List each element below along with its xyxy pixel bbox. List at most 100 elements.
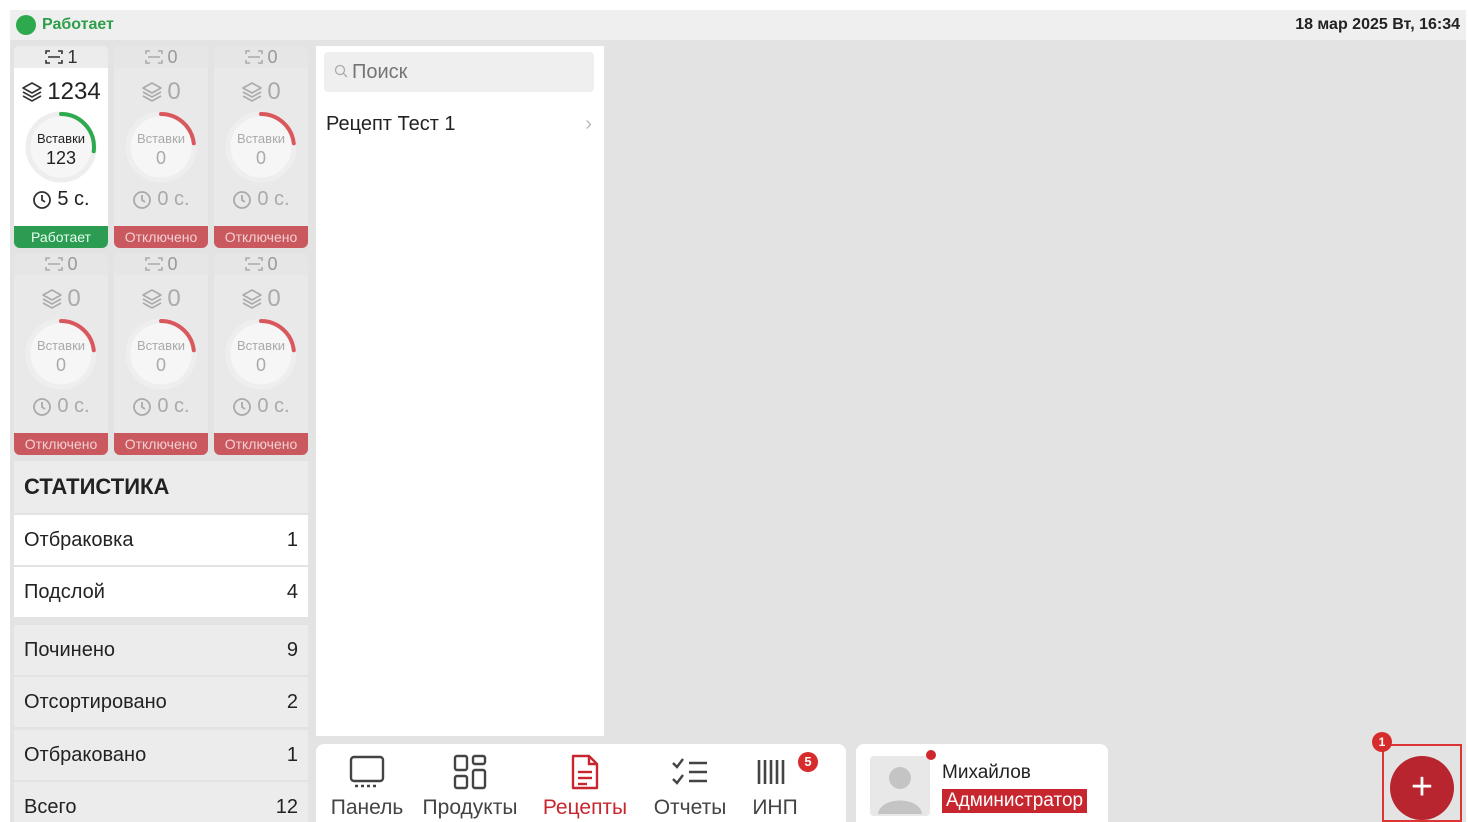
station-card[interactable]: 0 0 Вставки 0 0 с. Отключено <box>14 253 108 455</box>
layers-icon <box>42 289 63 309</box>
gauge-ring <box>225 318 297 390</box>
scan-icon <box>45 50 64 64</box>
scan-icon <box>145 257 164 271</box>
station-status: Отключено <box>114 226 208 248</box>
tab-products-label: Продукты <box>422 796 518 819</box>
stat-row: Отбраковано 1 <box>14 730 308 780</box>
tab-recipes[interactable]: Рецепты <box>530 744 640 822</box>
stat-label: Отбраковано <box>24 743 147 766</box>
station-count-value: 0 <box>267 285 281 312</box>
add-button-badge: 1 <box>1372 732 1392 752</box>
gauge-ring <box>25 111 97 183</box>
station-time: 0 с. <box>114 188 208 211</box>
person-icon <box>878 767 922 814</box>
tab-reports[interactable]: Отчеты <box>640 744 740 822</box>
scan-icon <box>245 50 264 64</box>
inserts-gauge: Вставки 0 <box>124 110 198 184</box>
gauge-value: 123 <box>45 148 77 168</box>
layers-icon <box>242 289 263 309</box>
monitor-icon <box>349 752 385 792</box>
recipe-item[interactable]: Рецепт Тест 1 › <box>316 102 604 146</box>
gauge-value: 0 <box>155 148 166 168</box>
station-time-value: 5 с. <box>57 188 90 210</box>
gauge-label: Вставки <box>136 338 186 353</box>
station-top-count: 0 <box>267 253 278 274</box>
layers-icon <box>242 82 263 102</box>
online-indicator-icon <box>926 750 936 760</box>
station-scan-count: 0 <box>114 46 208 68</box>
station-status: Отключено <box>214 433 308 455</box>
inserts-gauge: Вставки 0 <box>224 317 298 391</box>
tab-inp[interactable]: 5 ИНП <box>740 744 818 822</box>
gauge-ring <box>25 318 97 390</box>
station-scan-count: 0 <box>214 46 308 68</box>
statistics-title: СТАТИСТИКА <box>14 461 308 513</box>
barcode-icon <box>756 752 794 792</box>
user-card[interactable]: Михайлов Администратор <box>856 744 1108 822</box>
station-scan-count: 0 <box>14 253 108 275</box>
gauge-ring <box>225 111 297 183</box>
layers-icon <box>142 289 163 309</box>
station-scan-count: 0 <box>114 253 208 275</box>
recipe-item-label: Рецепт Тест 1 <box>326 112 456 135</box>
search-input[interactable] <box>352 60 572 84</box>
station-count: 0 <box>214 285 308 313</box>
gauge-value: 0 <box>255 355 266 375</box>
stat-row: Отсортировано 2 <box>14 677 308 727</box>
status-bar: Работает 18 мар 2025 Вт, 16:34 <box>10 10 1466 40</box>
inserts-gauge: Вставки 0 <box>124 317 198 391</box>
stat-row: Подслой 4 <box>14 567 308 617</box>
stat-value: 1 <box>286 743 298 766</box>
stat-label: Починено <box>24 638 115 661</box>
tab-panel[interactable]: Панель <box>324 744 410 822</box>
station-count: 0 <box>114 78 208 106</box>
scan-icon <box>145 50 164 64</box>
layers-icon <box>22 82 43 102</box>
gauge-label: Вставки <box>136 131 186 146</box>
search-icon <box>334 64 348 81</box>
inserts-gauge: Вставки 0 <box>24 317 98 391</box>
station-time: 5 с. <box>14 188 108 211</box>
station-top-count: 0 <box>267 46 278 67</box>
station-status: Отключено <box>214 226 308 248</box>
user-role-badge: Администратор <box>942 789 1088 813</box>
recipes-panel: Рецепт Тест 1 › <box>316 46 604 736</box>
layers-icon <box>142 82 163 102</box>
station-card[interactable]: 0 0 Вставки 0 0 с. Отключено <box>214 253 308 455</box>
notification-badge: 5 <box>798 752 818 772</box>
search-box[interactable] <box>324 52 594 92</box>
station-top-count: 0 <box>167 46 178 67</box>
avatar <box>870 756 930 816</box>
clock-icon <box>233 190 252 209</box>
gauge-value: 0 <box>255 148 266 168</box>
station-scan-count: 1 <box>14 46 108 68</box>
stat-value: 1 <box>286 528 298 551</box>
station-status: Работает <box>14 226 108 248</box>
station-count-value: 0 <box>67 285 81 312</box>
station-count-value: 0 <box>167 285 181 312</box>
station-time: 0 с. <box>214 395 308 418</box>
station-count-value: 1234 <box>47 78 101 105</box>
station-card[interactable]: 0 0 Вставки 0 0 с. Отключено <box>214 46 308 248</box>
station-time: 0 с. <box>214 188 308 211</box>
station-card[interactable]: 0 0 Вставки 0 0 с. Отключено <box>114 253 208 455</box>
status-dot-icon <box>16 15 36 35</box>
scan-icon <box>45 257 64 271</box>
add-button[interactable]: + <box>1390 756 1454 820</box>
station-time-value: 0 с. <box>157 188 190 210</box>
clock-icon <box>33 190 52 209</box>
tab-products[interactable]: Продукты <box>410 744 530 822</box>
stat-label: Всего <box>24 795 77 818</box>
inserts-gauge: Вставки 123 <box>24 110 98 184</box>
clock-icon <box>133 397 152 416</box>
stat-label: Отбраковка <box>24 528 134 551</box>
stat-value: 12 <box>275 795 298 818</box>
tab-panel-label: Панель <box>330 796 404 819</box>
station-card[interactable]: 0 0 Вставки 0 0 с. Отключено <box>114 46 208 248</box>
chevron-right-icon: › <box>585 112 592 135</box>
station-card[interactable]: 1 1234 Вставки 123 5 с. Работает <box>14 46 108 248</box>
stat-label: Отсортировано <box>24 690 167 713</box>
station-status: Отключено <box>114 433 208 455</box>
gauge-label: Вставки <box>36 131 86 146</box>
status-text: Работает <box>42 16 114 33</box>
